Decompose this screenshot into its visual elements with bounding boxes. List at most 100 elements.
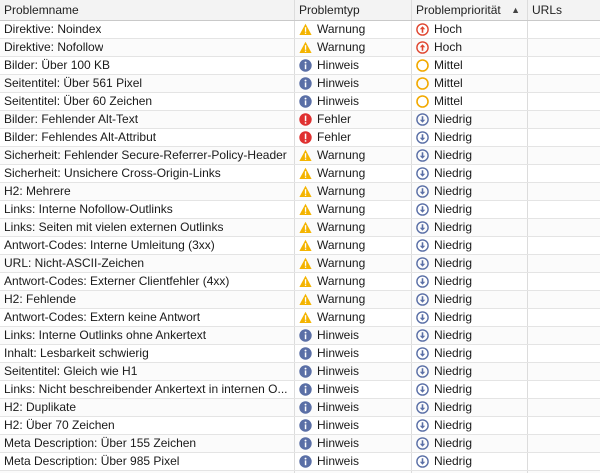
table-row[interactable]: Antwort-Codes: Interne Umleitung (3xx) Wa… xyxy=(0,237,600,255)
problem-name-cell: Links: Interne Outlinks ohne Ankertext xyxy=(0,327,295,344)
info-icon xyxy=(299,455,312,468)
problem-name-cell: Meta Description: Über 985 Pixel xyxy=(0,453,295,470)
problem-name: Inhalt: Lesbarkeit schwierig xyxy=(4,346,149,360)
problem-type-cell: Hinweis xyxy=(295,453,412,470)
problem-type-cell: Fehler xyxy=(295,129,412,146)
table-row[interactable]: Links: Nicht beschreibender Ankertext in… xyxy=(0,381,600,399)
problem-priority: Niedrig xyxy=(434,220,473,234)
problem-type: Warnung xyxy=(317,274,366,288)
problem-type: Warnung xyxy=(317,184,366,198)
table-row[interactable]: Antwort-Codes: Extern keine Antwort Warnu… xyxy=(0,309,600,327)
urls-cell xyxy=(528,327,600,344)
table-row[interactable]: Bilder: Fehlendes Alt-Attribut Fehler Nied… xyxy=(0,129,600,147)
priority-low-icon xyxy=(416,347,429,360)
table-row[interactable]: Meta Description: Über 985 Pixel Hinweis N… xyxy=(0,453,600,471)
priority-low-icon xyxy=(416,167,429,180)
table-row[interactable]: Links: Seiten mit vielen externen Outlin… xyxy=(0,219,600,237)
problem-type-cell: Hinweis xyxy=(295,417,412,434)
table-row[interactable]: Links: Interne Nofollow-Outlinks Warnung N… xyxy=(0,201,600,219)
problem-name: Seitentitel: Gleich wie H1 xyxy=(4,364,138,378)
problem-type: Warnung xyxy=(317,148,366,162)
priority-high-icon xyxy=(416,41,429,54)
table-row[interactable]: H2: Fehlende Warnung Niedrig xyxy=(0,291,600,309)
priority-low-icon xyxy=(416,221,429,234)
problem-priority: Niedrig xyxy=(434,364,473,378)
table-row[interactable]: H2: Mehrere Warnung Niedrig xyxy=(0,183,600,201)
problem-priority-cell: Niedrig xyxy=(412,453,528,470)
problem-priority-cell: Hoch xyxy=(412,39,528,56)
problem-priority: Niedrig xyxy=(434,400,473,414)
column-header-problem-name[interactable]: Problemname xyxy=(0,0,295,20)
table-row[interactable]: Meta Description: Über 155 Zeichen Hinwei… xyxy=(0,435,600,453)
urls-cell xyxy=(528,111,600,128)
problem-type-cell: Hinweis xyxy=(295,75,412,92)
priority-low-icon xyxy=(416,365,429,378)
problem-type: Hinweis xyxy=(317,76,360,90)
problem-type-cell: Fehler xyxy=(295,111,412,128)
problem-priority: Niedrig xyxy=(434,328,473,342)
urls-cell xyxy=(528,363,600,380)
problem-type-cell: Warnung xyxy=(295,21,412,38)
column-header-label: Problempriorität xyxy=(416,3,501,17)
info-icon xyxy=(299,347,312,360)
table-row[interactable]: URL: Nicht-ASCII-Zeichen Warnung Niedrig xyxy=(0,255,600,273)
problem-name-cell: H2: Über 70 Zeichen xyxy=(0,417,295,434)
problem-priority: Niedrig xyxy=(434,382,473,396)
table-row[interactable]: Direktive: Nofollow Warnung Hoch xyxy=(0,39,600,57)
problem-type-cell: Warnung xyxy=(295,147,412,164)
problem-type: Hinweis xyxy=(317,364,360,378)
table-row[interactable]: Inhalt: Lesbarkeit schwierig Hinweis Niedr… xyxy=(0,345,600,363)
info-icon xyxy=(299,329,312,342)
problem-priority-cell: Niedrig xyxy=(412,327,528,344)
problem-type: Hinweis xyxy=(317,454,360,468)
priority-low-icon xyxy=(416,383,429,396)
problem-priority-cell: Niedrig xyxy=(412,201,528,218)
problem-type-cell: Warnung xyxy=(295,273,412,290)
problem-type: Hinweis xyxy=(317,328,360,342)
table-row[interactable]: Bilder: Fehlender Alt-Text Fehler Niedrig xyxy=(0,111,600,129)
table-row[interactable]: Sicherheit: Unsichere Cross-Origin-Links… xyxy=(0,165,600,183)
column-header-label: Problemtyp xyxy=(299,3,360,17)
problem-type: Hinweis xyxy=(317,346,360,360)
table-row[interactable]: Direktive: Noindex Warnung Hoch xyxy=(0,21,600,39)
urls-cell xyxy=(528,345,600,362)
table-row[interactable]: Antwort-Codes: Externer Clientfehler (4x… xyxy=(0,273,600,291)
problem-type: Warnung xyxy=(317,166,366,180)
problem-priority: Hoch xyxy=(434,40,463,54)
column-header-problem-type[interactable]: Problemtyp xyxy=(295,0,412,20)
problem-type: Hinweis xyxy=(317,94,360,108)
problem-priority: Mittel xyxy=(434,58,463,72)
table-row[interactable]: Links: Interne Outlinks ohne Ankertext Hi… xyxy=(0,327,600,345)
problem-priority-cell: Mittel xyxy=(412,57,528,74)
problem-type-cell: Warnung xyxy=(295,309,412,326)
urls-cell xyxy=(528,147,600,164)
problem-priority: Niedrig xyxy=(434,130,473,144)
problem-priority-cell: Mittel xyxy=(412,75,528,92)
priority-low-icon xyxy=(416,239,429,252)
priority-low-icon xyxy=(416,149,429,162)
warning-icon xyxy=(299,203,312,216)
priority-low-icon xyxy=(416,257,429,270)
priority-medium-icon xyxy=(416,77,429,90)
warning-icon xyxy=(299,41,312,54)
table-row[interactable]: Seitentitel: Über 561 Pixel Hinweis Mittel xyxy=(0,75,600,93)
problem-priority: Niedrig xyxy=(434,184,473,198)
urls-cell xyxy=(528,291,600,308)
table-row[interactable]: Seitentitel: Gleich wie H1 Hinweis Niedrig xyxy=(0,363,600,381)
column-header-urls[interactable]: URLs xyxy=(528,0,600,20)
column-header-problem-priority[interactable]: Problempriorität ▲ xyxy=(412,0,528,20)
problem-type-cell: Warnung xyxy=(295,165,412,182)
table-row[interactable]: H2: Über 70 Zeichen Hinweis Niedrig xyxy=(0,417,600,435)
error-icon xyxy=(299,113,312,126)
problem-priority-cell: Niedrig xyxy=(412,435,528,452)
table-row[interactable]: Sicherheit: Fehlender Secure-Referrer-Po… xyxy=(0,147,600,165)
problem-name-cell: Links: Seiten mit vielen externen Outlin… xyxy=(0,219,295,236)
problem-priority: Niedrig xyxy=(434,292,473,306)
info-icon xyxy=(299,77,312,90)
table-row[interactable]: Bilder: Über 100 KB Hinweis Mittel xyxy=(0,57,600,75)
table-row[interactable]: H2: Duplikate Hinweis Niedrig xyxy=(0,399,600,417)
table-row[interactable]: Seitentitel: Über 60 Zeichen Hinweis Mitte… xyxy=(0,93,600,111)
problem-priority: Niedrig xyxy=(434,202,473,216)
problem-type: Hinweis xyxy=(317,382,360,396)
problem-type: Hinweis xyxy=(317,418,360,432)
